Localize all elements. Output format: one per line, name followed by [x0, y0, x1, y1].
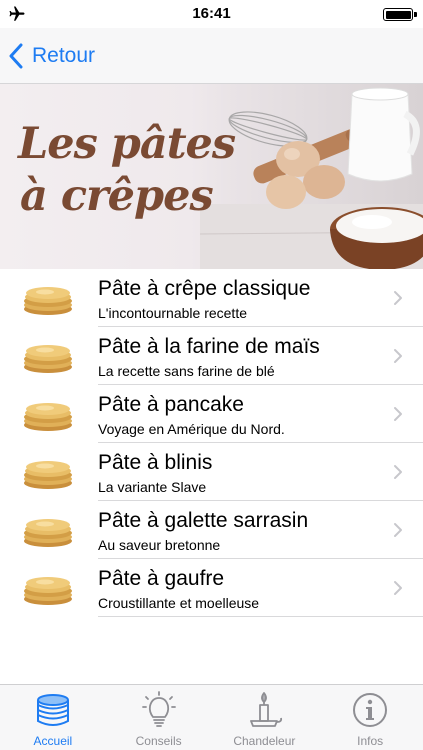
- crepe-stack-icon: [36, 694, 69, 726]
- crepe-stack-thumbnail: [24, 345, 72, 373]
- recipe-subtitle: La recette sans farine de blé: [98, 363, 275, 379]
- tab-label: Accueil: [33, 734, 73, 748]
- candle-icon: [250, 692, 283, 727]
- recipe-title: Pâte à la farine de maïs: [98, 335, 320, 358]
- crepe-stack-thumbnail: [24, 461, 72, 489]
- back-label: Retour: [32, 44, 96, 67]
- chevron-right-icon: [394, 407, 402, 421]
- tab-label: Chandeleur: [233, 734, 296, 748]
- tab-conseils[interactable]: Conseils: [106, 685, 212, 750]
- banner-title-line2: à crêpes: [20, 171, 214, 221]
- recipe-subtitle: Croustillante et moelleuse: [98, 595, 260, 611]
- recipe-list: Pâte à crêpe classique L'incontournable …: [0, 269, 423, 617]
- recipe-subtitle: Voyage en Amérique du Nord.: [98, 421, 285, 437]
- lightbulb-icon: [141, 691, 176, 727]
- chevron-left-icon: [9, 43, 23, 69]
- recipe-row-gaufre[interactable]: Pâte à gaufre Croustillante et moelleuse: [0, 559, 423, 617]
- recipe-title: Pâte à crêpe classique: [98, 277, 311, 300]
- recipe-title: Pâte à galette sarrasin: [98, 509, 309, 532]
- battery-icon: [383, 8, 417, 21]
- tab-bar: Accueil Conseils Chandeleur Infos: [0, 684, 423, 750]
- recipe-subtitle: La variante Slave: [98, 479, 207, 495]
- navigation-bar: Retour: [0, 28, 423, 84]
- back-button[interactable]: Retour: [8, 40, 95, 72]
- banner-title-line1: Les pâtes: [18, 119, 236, 169]
- tab-label: Infos: [357, 734, 384, 748]
- recipe-row-pancake[interactable]: Pâte à pancake Voyage en Amérique du Nor…: [0, 385, 423, 443]
- chevron-right-icon: [394, 581, 402, 595]
- banner-title: Les pâtes à crêpes: [18, 118, 236, 222]
- recipe-row-classique[interactable]: Pâte à crêpe classique L'incontournable …: [0, 269, 423, 327]
- recipe-row-mais[interactable]: Pâte à la farine de maïs La recette sans…: [0, 327, 423, 385]
- recipe-title: Pâte à gaufre: [98, 567, 225, 590]
- recipe-row-sarrasin[interactable]: Pâte à galette sarrasin Au saveur breton…: [0, 501, 423, 559]
- chevron-right-icon: [394, 349, 402, 363]
- row-separator: [98, 616, 423, 617]
- crepe-stack-thumbnail: [24, 403, 72, 431]
- crepe-stack-thumbnail: [24, 287, 72, 315]
- crepe-stack-thumbnail: [24, 577, 72, 605]
- crepe-stack-thumbnail: [24, 519, 72, 547]
- recipe-row-blinis[interactable]: Pâte à blinis La variante Slave: [0, 443, 423, 501]
- recipe-subtitle: L'incontournable recette: [98, 305, 247, 321]
- chevron-right-icon: [394, 523, 402, 537]
- info-icon: [353, 693, 388, 727]
- recipe-title: Pâte à blinis: [98, 451, 213, 474]
- tab-accueil[interactable]: Accueil: [0, 685, 106, 750]
- tab-label: Conseils: [135, 734, 182, 748]
- recipe-title: Pâte à pancake: [98, 393, 244, 416]
- tab-infos[interactable]: Infos: [317, 685, 423, 750]
- tab-chandeleur[interactable]: Chandeleur: [212, 685, 318, 750]
- status-bar: 16:41: [0, 0, 423, 28]
- header-banner: Les pâtes à crêpes: [0, 84, 423, 269]
- recipe-subtitle: Au saveur bretonne: [98, 537, 221, 553]
- chevron-right-icon: [394, 465, 402, 479]
- chevron-right-icon: [394, 291, 402, 305]
- status-time: 16:41: [192, 5, 231, 22]
